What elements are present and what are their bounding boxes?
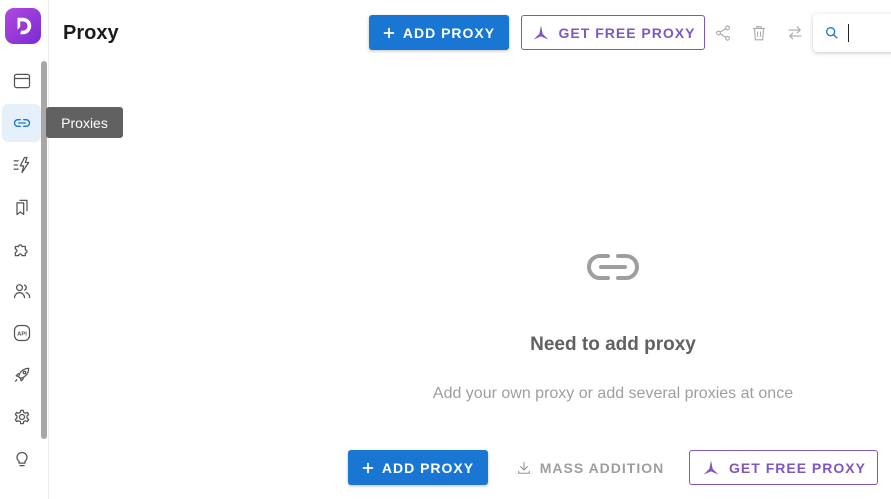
sidebar-item-bookmarks[interactable] xyxy=(2,188,41,226)
lightbulb-icon xyxy=(15,451,28,467)
link-icon xyxy=(13,119,30,127)
download-icon xyxy=(517,461,530,474)
plus-icon xyxy=(383,27,395,38)
share-icon[interactable] xyxy=(712,22,734,44)
add-proxy-bottom-button[interactable]: ADD PROXY xyxy=(348,450,488,485)
bookmarks-icon xyxy=(15,199,28,216)
transfer-icon[interactable] xyxy=(784,22,806,44)
search-input[interactable] xyxy=(847,23,891,45)
gear-icon xyxy=(14,409,29,425)
sidebar-item-extensions[interactable] xyxy=(2,230,41,268)
get-free-proxy-bottom-label: GET FREE PROXY xyxy=(729,459,866,476)
add-proxy-button[interactable]: ADD PROXY xyxy=(369,15,509,50)
logo-icon xyxy=(17,17,32,35)
browser-window-icon xyxy=(13,73,30,89)
mass-addition-label: MASS ADDITION xyxy=(539,459,665,476)
empty-state-title: Need to add proxy xyxy=(530,334,696,355)
sidebar-item-automation[interactable] xyxy=(2,146,41,184)
mass-addition-button[interactable]: MASS ADDITION xyxy=(508,450,672,485)
add-proxy-bottom-label: ADD PROXY xyxy=(381,459,475,476)
search-icon xyxy=(826,26,838,39)
get-free-proxy-button[interactable]: GET FREE PROXY xyxy=(521,15,705,50)
page-title: Proxy xyxy=(63,22,119,44)
app-logo[interactable] xyxy=(5,8,41,44)
users-icon xyxy=(13,284,30,299)
rocket-icon xyxy=(14,367,29,383)
automation-icon xyxy=(13,156,29,174)
sidebar-item-browser-profiles[interactable] xyxy=(2,62,41,100)
get-free-proxy-bottom-button[interactable]: GET FREE PROXY xyxy=(689,450,878,485)
text-cursor xyxy=(848,24,849,42)
trash-icon[interactable] xyxy=(748,22,770,44)
empty-state-subtitle: Add your own proxy or add several proxie… xyxy=(432,385,794,402)
sidebar: API xyxy=(0,0,49,499)
add-proxy-label: ADD PROXY xyxy=(402,24,496,41)
sidebar-item-settings[interactable] xyxy=(2,398,41,436)
get-free-proxy-label: GET FREE PROXY xyxy=(558,24,696,41)
sidebar-item-proxies[interactable] xyxy=(2,104,41,142)
tripod-logo-icon xyxy=(703,460,719,475)
link-icon xyxy=(587,254,639,280)
plus-icon xyxy=(362,462,374,473)
sidebar-item-tips[interactable] xyxy=(2,440,41,478)
search-box[interactable] xyxy=(813,14,891,52)
puzzle-icon xyxy=(14,244,28,257)
sidebar-tooltip: Proxies xyxy=(46,107,123,138)
sidebar-item-team[interactable] xyxy=(2,272,41,310)
tripod-logo-icon xyxy=(533,25,549,40)
